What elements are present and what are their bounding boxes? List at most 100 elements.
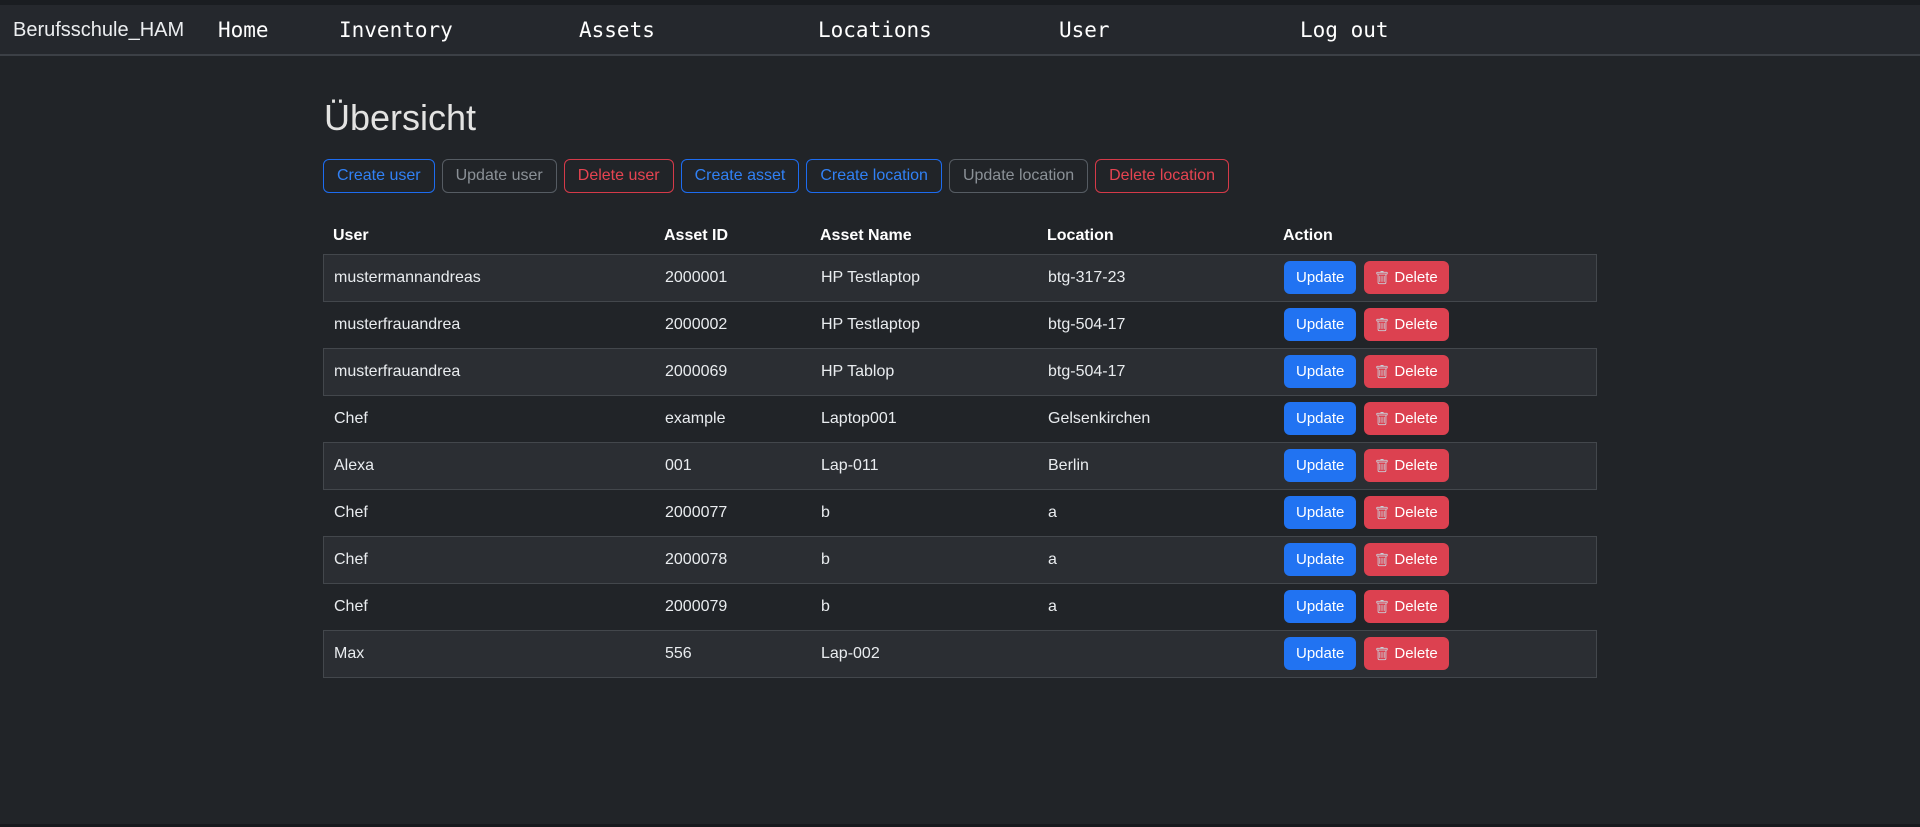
navbar-brand[interactable]: Berufsschule_HAM — [13, 5, 184, 56]
table-row: Chef 2000078 b a Update Delete — [323, 536, 1597, 584]
row-delete-button[interactable]: Delete — [1364, 308, 1448, 341]
navbar: Berufsschule_HAM Home Inventory Assets L… — [0, 5, 1920, 56]
cell-user: mustermannandreas — [324, 269, 655, 287]
row-delete-button[interactable]: Delete — [1364, 449, 1448, 482]
cell-user: Max — [324, 645, 655, 663]
nav-item-home[interactable]: Home — [218, 5, 269, 56]
row-delete-button[interactable]: Delete — [1364, 543, 1448, 576]
cell-user: musterfrauandrea — [324, 316, 655, 334]
trash-icon — [1375, 506, 1389, 520]
row-delete-label: Delete — [1394, 410, 1437, 427]
cell-actions: Update Delete — [1274, 261, 1596, 294]
trash-icon — [1375, 318, 1389, 332]
row-update-button[interactable]: Update — [1284, 449, 1356, 482]
table-row: Chef 2000079 b a Update Delete — [323, 583, 1597, 631]
table-row: musterfrauandrea 2000002 HP Testlaptop b… — [323, 301, 1597, 349]
nav-item-user[interactable]: User — [1059, 5, 1110, 56]
trash-icon — [1375, 271, 1389, 285]
trash-icon — [1375, 365, 1389, 379]
trash-icon — [1375, 412, 1389, 426]
table-row: Max 556 Lap-002 Update Delete — [323, 630, 1597, 678]
cell-asset-name: b — [811, 598, 1038, 616]
cell-asset-id: 2000077 — [655, 504, 811, 522]
nav-item-inventory[interactable]: Inventory — [339, 5, 453, 56]
row-delete-label: Delete — [1394, 269, 1437, 286]
cell-asset-id: 2000001 — [655, 269, 811, 287]
cell-user: Chef — [324, 551, 655, 569]
create-location-button[interactable]: Create location — [806, 159, 942, 193]
cell-location: a — [1038, 551, 1274, 569]
cell-asset-name: Lap-002 — [811, 645, 1038, 663]
row-update-button[interactable]: Update — [1284, 590, 1356, 623]
main-content: Übersicht Create user Update user Delete… — [323, 98, 1597, 678]
row-delete-label: Delete — [1394, 457, 1437, 474]
cell-asset-name: HP Tablop — [811, 363, 1038, 381]
row-delete-label: Delete — [1394, 504, 1437, 521]
trash-icon — [1375, 459, 1389, 473]
cell-asset-id: example — [655, 410, 811, 428]
nav-item-locations[interactable]: Locations — [818, 5, 932, 56]
cell-location: a — [1038, 504, 1274, 522]
row-update-button[interactable]: Update — [1284, 543, 1356, 576]
cell-asset-name: HP Testlaptop — [811, 316, 1038, 334]
update-location-button[interactable]: Update location — [949, 159, 1088, 193]
table-header: User Asset ID Asset Name Location Action — [323, 223, 1597, 255]
table-row: Alexa 001 Lap-011 Berlin Update Delete — [323, 442, 1597, 490]
cell-location: btg-504-17 — [1038, 363, 1274, 381]
column-header-asset-id: Asset ID — [654, 227, 810, 245]
cell-location: Gelsenkirchen — [1038, 410, 1274, 428]
cell-actions: Update Delete — [1274, 496, 1596, 529]
row-delete-button[interactable]: Delete — [1364, 402, 1448, 435]
cell-actions: Update Delete — [1274, 543, 1596, 576]
column-header-user: User — [323, 227, 654, 245]
cell-actions: Update Delete — [1274, 590, 1596, 623]
cell-actions: Update Delete — [1274, 402, 1596, 435]
column-header-asset-name: Asset Name — [810, 227, 1037, 245]
row-delete-button[interactable]: Delete — [1364, 261, 1448, 294]
cell-asset-name: Laptop001 — [811, 410, 1038, 428]
row-delete-button[interactable]: Delete — [1364, 590, 1448, 623]
row-delete-button[interactable]: Delete — [1364, 637, 1448, 670]
cell-asset-id: 2000079 — [655, 598, 811, 616]
cell-asset-id: 2000002 — [655, 316, 811, 334]
nav-item-logout[interactable]: Log out — [1300, 5, 1389, 56]
cell-asset-name: b — [811, 504, 1038, 522]
cell-user: Chef — [324, 598, 655, 616]
cell-asset-id: 2000078 — [655, 551, 811, 569]
row-update-button[interactable]: Update — [1284, 308, 1356, 341]
row-update-button[interactable]: Update — [1284, 496, 1356, 529]
row-delete-label: Delete — [1394, 316, 1437, 333]
trash-icon — [1375, 647, 1389, 661]
cell-asset-id: 001 — [655, 457, 811, 475]
row-delete-label: Delete — [1394, 645, 1437, 662]
cell-location: Berlin — [1038, 457, 1274, 475]
table-body: mustermannandreas 2000001 HP Testlaptop … — [323, 254, 1597, 678]
row-update-button[interactable]: Update — [1284, 261, 1356, 294]
cell-asset-id: 2000069 — [655, 363, 811, 381]
row-update-button[interactable]: Update — [1284, 637, 1356, 670]
cell-actions: Update Delete — [1274, 637, 1596, 670]
column-header-action: Action — [1273, 227, 1597, 245]
delete-user-button[interactable]: Delete user — [564, 159, 674, 193]
cell-actions: Update Delete — [1274, 308, 1596, 341]
row-update-button[interactable]: Update — [1284, 402, 1356, 435]
row-update-button[interactable]: Update — [1284, 355, 1356, 388]
delete-location-button[interactable]: Delete location — [1095, 159, 1229, 193]
table-row: musterfrauandrea 2000069 HP Tablop btg-5… — [323, 348, 1597, 396]
table-row: Chef example Laptop001 Gelsenkirchen Upd… — [323, 395, 1597, 443]
cell-user: musterfrauandrea — [324, 363, 655, 381]
cell-user: Chef — [324, 504, 655, 522]
table-row: mustermannandreas 2000001 HP Testlaptop … — [323, 254, 1597, 302]
create-asset-button[interactable]: Create asset — [681, 159, 800, 193]
update-user-button[interactable]: Update user — [442, 159, 557, 193]
row-delete-label: Delete — [1394, 598, 1437, 615]
row-delete-label: Delete — [1394, 363, 1437, 380]
row-delete-button[interactable]: Delete — [1364, 355, 1448, 388]
create-user-button[interactable]: Create user — [323, 159, 435, 193]
cell-actions: Update Delete — [1274, 355, 1596, 388]
page-title: Übersicht — [324, 98, 1597, 138]
row-delete-button[interactable]: Delete — [1364, 496, 1448, 529]
cell-asset-id: 556 — [655, 645, 811, 663]
nav-item-assets[interactable]: Assets — [579, 5, 655, 56]
column-header-location: Location — [1037, 227, 1273, 245]
